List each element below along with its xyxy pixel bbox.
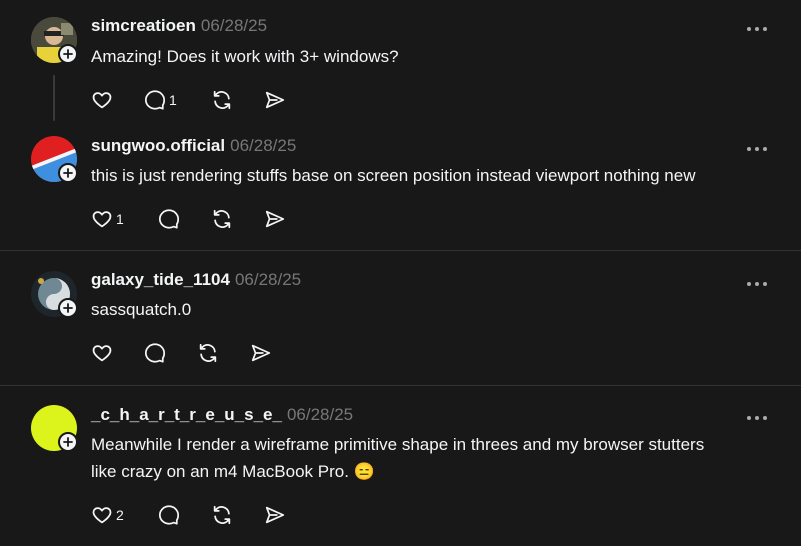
like-count: 1	[116, 211, 124, 227]
reply-button[interactable]: 1	[144, 88, 177, 112]
repost-button[interactable]	[211, 88, 233, 112]
repost-icon	[213, 505, 231, 525]
follow-plus-icon[interactable]	[58, 432, 78, 452]
post-text: Amazing! Does it work with 3+ windows?	[91, 43, 781, 70]
heart-icon	[92, 345, 112, 362]
thread-line	[53, 75, 55, 121]
reply-count: 1	[169, 92, 177, 108]
username[interactable]: galaxy_tide_1104 06/28/25	[91, 270, 301, 290]
post-text: this is just rendering stuffs base on sc…	[91, 162, 781, 189]
follow-plus-icon[interactable]	[58, 163, 78, 183]
send-icon	[265, 506, 285, 524]
send-icon	[265, 210, 285, 228]
username[interactable]: simcreatioen 06/28/25	[91, 16, 267, 36]
more-icon[interactable]	[745, 21, 769, 31]
repost-button[interactable]	[197, 341, 219, 365]
heart-icon	[92, 507, 112, 524]
share-button[interactable]	[264, 503, 286, 527]
repost-button[interactable]	[211, 207, 233, 231]
more-icon[interactable]	[745, 410, 769, 420]
like-button[interactable]: 1	[91, 207, 124, 231]
send-icon	[265, 91, 285, 109]
post-date: 06/28/25	[286, 405, 354, 424]
username[interactable]: _c_h_a_r_t_r_e_u_s_e_ 06/28/25	[91, 405, 353, 425]
comment-icon	[158, 209, 180, 229]
share-button[interactable]	[264, 207, 286, 231]
like-button[interactable]	[91, 341, 113, 365]
username-text[interactable]: simcreatioen	[91, 16, 196, 35]
like-button[interactable]	[91, 88, 113, 112]
post-text-line: Amazing! Does it work with 3+ windows?	[91, 47, 399, 66]
comment-icon	[144, 90, 166, 110]
divider	[0, 385, 801, 386]
reply-button[interactable]	[158, 503, 180, 527]
username-text[interactable]: galaxy_tide_1104	[91, 270, 230, 289]
comment-icon	[158, 505, 180, 525]
reply-button[interactable]	[144, 341, 166, 365]
post-date: 06/28/25	[230, 136, 297, 155]
repost-icon	[199, 343, 217, 363]
divider	[0, 250, 801, 251]
username-text[interactable]: sungwoo.official	[91, 136, 225, 155]
post-text: Meanwhile I render a wireframe primitive…	[91, 431, 781, 485]
share-button[interactable]	[264, 88, 286, 112]
comment-icon	[144, 343, 166, 363]
post-text-line: this is just rendering stuffs base on sc…	[91, 166, 696, 185]
heart-icon	[92, 211, 112, 228]
post-text-line: Meanwhile I render a wireframe primitive…	[91, 435, 705, 454]
username[interactable]: sungwoo.official 06/28/25	[91, 136, 296, 156]
post-date: 06/28/25	[200, 16, 268, 35]
repost-icon	[213, 209, 231, 229]
share-button[interactable]	[250, 341, 272, 365]
send-icon	[251, 344, 271, 362]
reply-button[interactable]	[158, 207, 180, 231]
repost-button[interactable]	[211, 503, 233, 527]
like-button[interactable]: 2	[91, 503, 124, 527]
post-text-line: like crazy on an m4 MacBook Pro. 😑	[91, 462, 375, 481]
more-icon[interactable]	[745, 141, 769, 151]
username-text[interactable]: _c_h_a_r_t_r_e_u_s_e_	[91, 405, 282, 424]
more-icon[interactable]	[745, 276, 769, 286]
follow-plus-icon[interactable]	[58, 44, 78, 64]
post-text: sassquatch.0	[91, 296, 781, 323]
like-count: 2	[116, 507, 124, 523]
post-text-line: sassquatch.0	[91, 300, 192, 319]
follow-plus-icon[interactable]	[58, 298, 78, 318]
heart-icon	[92, 92, 112, 109]
repost-icon	[213, 90, 231, 110]
post-date: 06/28/25	[234, 270, 302, 289]
